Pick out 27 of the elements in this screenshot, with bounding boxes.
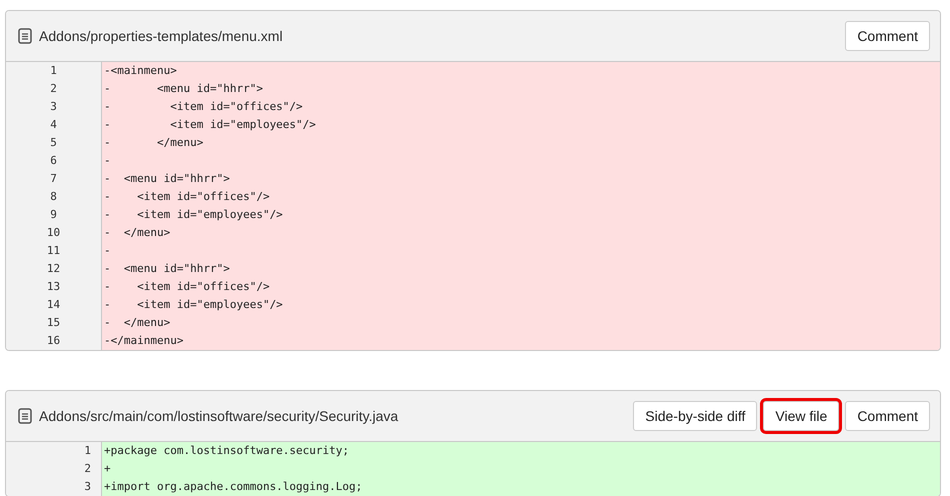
view-file-button[interactable]: View file [763, 401, 840, 431]
line-number: 7 [49, 171, 58, 187]
line-number: 16 [46, 333, 62, 349]
comment-button[interactable]: Comment [845, 401, 930, 431]
line-number: 9 [49, 207, 58, 223]
line-number: 2 [83, 461, 91, 477]
line-number: 10 [46, 225, 62, 241]
file-icon [18, 28, 32, 44]
line-number: 11 [46, 243, 62, 259]
line-number: 5 [49, 135, 58, 151]
line-number: 3 [83, 479, 91, 495]
line-number: 1 [83, 443, 91, 459]
line-number: 1 [49, 63, 58, 79]
line-number: 3 [49, 99, 58, 115]
line-number: 6 [49, 153, 58, 169]
side-by-side-diff-button[interactable]: Side-by-side diff [633, 401, 758, 431]
line-number: 2 [49, 81, 58, 97]
line-number: 13 [46, 279, 62, 295]
file-path: Addons/src/main/com/lostinsoftware/security/Security.java [39, 408, 400, 424]
line-number: 8 [49, 189, 58, 205]
file-icon [18, 408, 32, 424]
line-number: 12 [46, 261, 62, 277]
line-number: 15 [46, 315, 62, 331]
file-path: Addons/properties-templates/menu.xml [39, 28, 284, 44]
line-number: 4 [49, 117, 58, 133]
line-number: 14 [46, 297, 62, 313]
comment-button[interactable]: Comment [845, 21, 930, 51]
